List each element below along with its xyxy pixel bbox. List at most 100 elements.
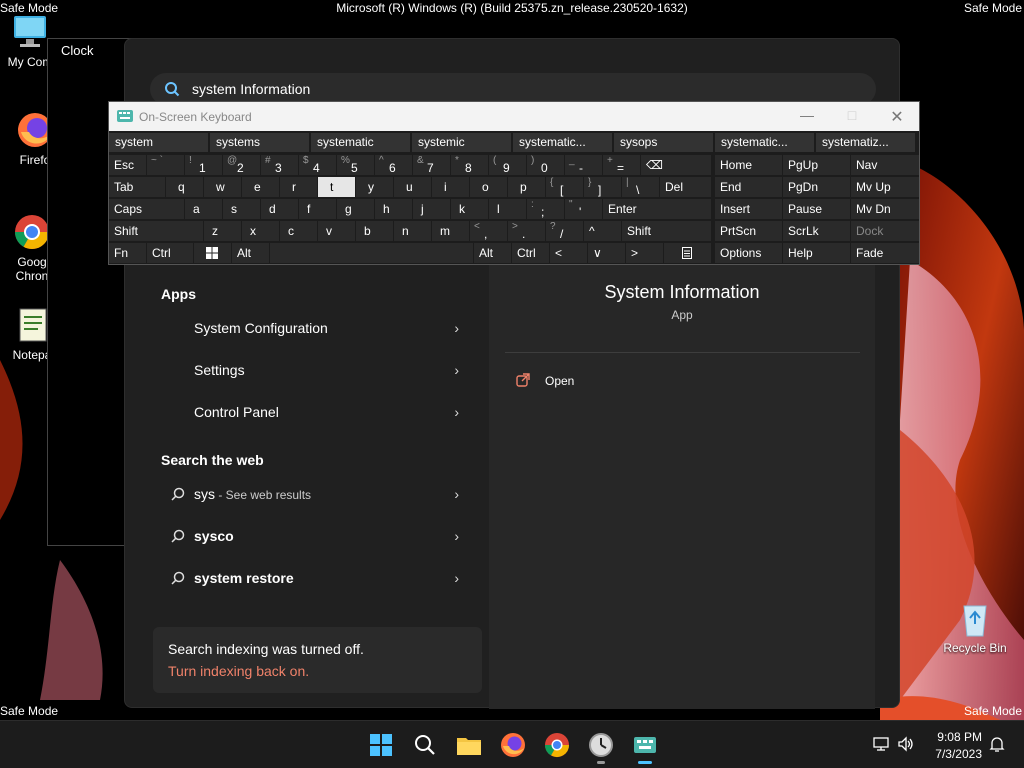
key-nav-pgdn[interactable]: PgDn	[783, 177, 850, 197]
key-f[interactable]: f	[299, 199, 336, 219]
key-windows[interactable]	[194, 243, 231, 263]
taskbar-on-screen-keyboard[interactable]	[631, 731, 659, 764]
notifications-icon[interactable]	[988, 735, 1006, 753]
key-i[interactable]: i	[432, 177, 469, 197]
key-number-8[interactable]: * 8	[451, 155, 488, 175]
key-number-7[interactable]: & 7	[413, 155, 450, 175]
key-number-1[interactable]: ! 1	[185, 155, 222, 175]
key-z[interactable]: z	[204, 221, 241, 241]
prediction-3[interactable]: systematic	[311, 133, 410, 152]
prediction-2[interactable]: systems	[210, 133, 309, 152]
key-nav-options[interactable]: Options	[715, 243, 782, 263]
key-punct3-0[interactable]: :;	[527, 199, 564, 219]
open-button[interactable]: Open	[515, 370, 635, 394]
taskbar-search-button[interactable]	[411, 731, 439, 759]
taskbar-clock-app[interactable]	[587, 731, 615, 764]
web-result-sysco[interactable]: sysco ›	[161, 518, 471, 554]
key-alt-right[interactable]: Alt	[474, 243, 511, 263]
key-c[interactable]: c	[280, 221, 317, 241]
maximize-button[interactable]: □	[842, 107, 862, 123]
key-number-3[interactable]: #3	[261, 155, 298, 175]
key-bracket-0[interactable]: {[	[546, 177, 583, 197]
key-h[interactable]: h	[375, 199, 412, 219]
key-k[interactable]: k	[451, 199, 488, 219]
key-ctrl-left[interactable]: Ctrl	[147, 243, 193, 263]
key-nav-mv-up[interactable]: Mv Up	[851, 177, 919, 197]
key-number-2[interactable]: @2	[223, 155, 260, 175]
key-nav-home[interactable]: Home	[715, 155, 782, 175]
key-shift-right[interactable]: Shift	[622, 221, 711, 241]
prediction-5[interactable]: systematic...	[513, 133, 612, 152]
tray-time[interactable]: 9:08 PM	[930, 730, 982, 744]
minimize-button[interactable]: —	[797, 107, 817, 123]
key-nav-prtscn[interactable]: PrtScn	[715, 221, 782, 241]
key-backspace[interactable]: ⌫	[641, 155, 711, 175]
key-p[interactable]: p	[508, 177, 545, 197]
key-nav-help[interactable]: Help	[783, 243, 850, 263]
start-button[interactable]	[367, 731, 395, 759]
search-input[interactable]	[192, 79, 792, 99]
key-r[interactable]: r	[280, 177, 317, 197]
web-result-system-restore[interactable]: system restore ›	[161, 560, 471, 596]
key-v[interactable]: v	[318, 221, 355, 241]
key-e[interactable]: e	[242, 177, 279, 197]
key-punct4-1[interactable]: >.	[508, 221, 545, 241]
key-del[interactable]: Del	[660, 177, 711, 197]
key-number-9[interactable]: (9	[489, 155, 526, 175]
key-punct4-2[interactable]: ? /	[546, 221, 583, 241]
key-tab[interactable]: Tab	[109, 177, 165, 197]
key-arrow-left[interactable]: <	[550, 243, 587, 263]
key-menu[interactable]	[664, 243, 711, 263]
network-icon[interactable]	[872, 735, 890, 753]
prediction-1[interactable]: system	[109, 133, 208, 152]
key-g[interactable]: g	[337, 199, 374, 219]
taskbar-chrome[interactable]	[543, 731, 571, 759]
result-system-configuration[interactable]: System Configuration ›	[161, 310, 471, 346]
key-esc[interactable]: Esc	[109, 155, 146, 175]
prediction-4[interactable]: systemic	[412, 133, 511, 152]
key-n[interactable]: n	[394, 221, 431, 241]
key-t[interactable]: t	[318, 177, 355, 197]
key-nav-pause[interactable]: Pause	[783, 199, 850, 219]
key-l[interactable]: l	[489, 199, 526, 219]
key-space[interactable]	[270, 243, 473, 263]
key-d[interactable]: d	[261, 199, 298, 219]
key-number-11[interactable]: _ -	[565, 155, 602, 175]
key-fn[interactable]: Fn	[109, 243, 146, 263]
key-j[interactable]: j	[413, 199, 450, 219]
desktop-icon-recycle-bin[interactable]: Recycle Bin	[943, 598, 1007, 655]
prediction-7[interactable]: systematic...	[715, 133, 814, 152]
osk-titlebar[interactable]: On-Screen Keyboard — □ ✕	[109, 102, 919, 131]
key-nav-scrlk[interactable]: ScrLk	[783, 221, 850, 241]
key-b[interactable]: b	[356, 221, 393, 241]
key-nav-insert[interactable]: Insert	[715, 199, 782, 219]
key-number-0[interactable]: ~ `	[147, 155, 184, 175]
volume-icon[interactable]	[897, 735, 915, 753]
key-w[interactable]: w	[204, 177, 241, 197]
turn-indexing-on-link[interactable]: Turn indexing back on.	[168, 663, 309, 679]
key-punct4-0[interactable]: <,	[470, 221, 507, 241]
key-m[interactable]: m	[432, 221, 469, 241]
key-a[interactable]: a	[185, 199, 222, 219]
key-nav-fade[interactable]: Fade	[851, 243, 919, 263]
taskbar-firefox[interactable]	[499, 731, 527, 759]
key-number-10[interactable]: ) 0	[527, 155, 564, 175]
key-ctrl-right[interactable]: Ctrl	[512, 243, 549, 263]
close-button[interactable]: ✕	[887, 107, 907, 127]
key-number-6[interactable]: ^ 6	[375, 155, 412, 175]
key-nav-mv-dn[interactable]: Mv Dn	[851, 199, 919, 219]
prediction-6[interactable]: sysops	[614, 133, 713, 152]
key-caps[interactable]: Caps	[109, 199, 184, 219]
key-number-4[interactable]: $4	[299, 155, 336, 175]
key-x[interactable]: x	[242, 221, 279, 241]
key-number-12[interactable]: + =	[603, 155, 640, 175]
key-enter[interactable]: Enter	[603, 199, 711, 219]
key-arrow-right[interactable]: >	[626, 243, 663, 263]
key-u[interactable]: u	[394, 177, 431, 197]
prediction-8[interactable]: systematiz...	[816, 133, 915, 152]
key-shift-left[interactable]: Shift	[109, 221, 203, 241]
key-o[interactable]: o	[470, 177, 507, 197]
key-bracket-1[interactable]: }]	[584, 177, 621, 197]
web-result-sys[interactable]: sys - See web results ›	[161, 476, 471, 512]
result-settings[interactable]: Settings ›	[161, 352, 471, 388]
